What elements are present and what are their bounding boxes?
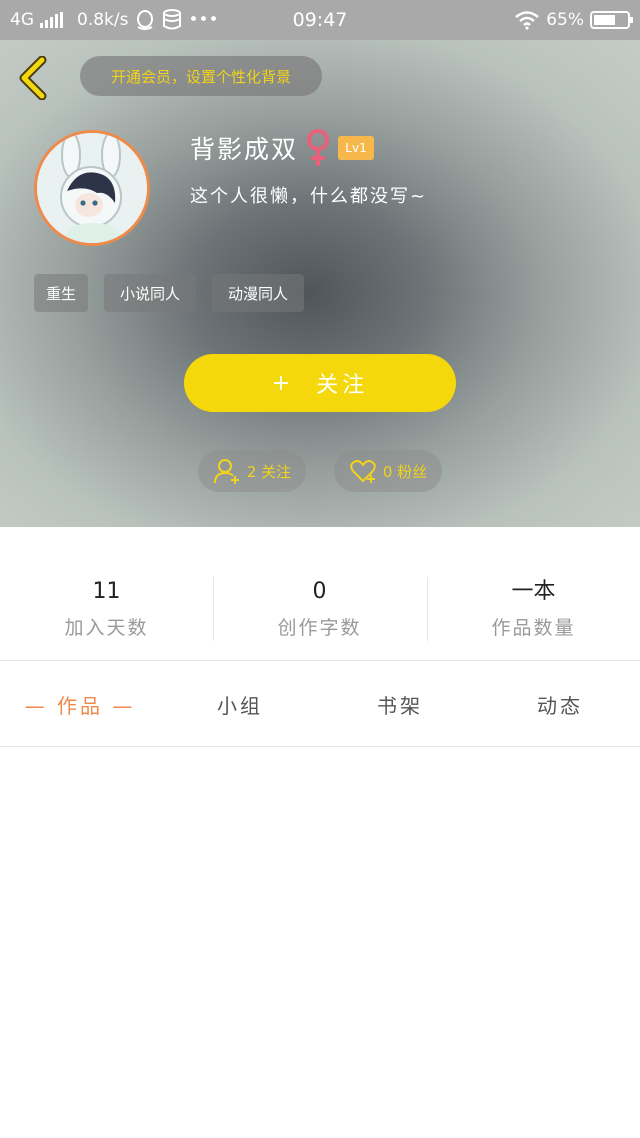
tab-works[interactable]: — 作品 — [0,662,160,746]
bio-text: 这个人很懒，什么都没写~ [190,186,428,207]
tag-chip[interactable]: 动漫同人 [212,274,304,312]
divider [0,660,640,661]
follow-button[interactable]: + 关注 [184,354,456,412]
fans-button[interactable]: 0 粉丝 [334,450,442,492]
fans-count: 0 粉丝 [382,462,428,481]
plus-icon: + [271,370,295,396]
back-icon[interactable] [14,56,54,100]
female-gender-icon [307,129,329,166]
username: 背影成双 [190,135,299,164]
stats-panel: 11 加入天数 0 创作字数 一本 作品数量 [0,527,640,660]
avatar[interactable] [34,130,150,246]
tab-activity[interactable]: 动态 [480,662,640,746]
clock: 09:47 [292,9,348,31]
stat-join-days: 11 加入天数 [0,577,213,643]
heart-add-icon [350,460,376,483]
stat-label: 作品数量 [491,617,576,639]
stat-label: 创作字数 [277,617,362,639]
stat-value: 0 [312,579,327,604]
tag-chip[interactable]: 小说同人 [104,274,196,312]
stat-label: 加入天数 [64,617,149,639]
stat-works-count: 一本 作品数量 [427,577,640,643]
profile-header: 开通会员，设置个性化背景 背影成双 Lv1 这个人很懒，什么都没写~ 重生 小说… [0,40,640,527]
user-add-icon [213,459,239,484]
tab-bookshelf[interactable]: 书架 [320,662,480,746]
following-button[interactable]: 2 关注 [198,450,306,492]
tab-groups[interactable]: 小组 [160,662,320,746]
level-badge: Lv1 [338,136,374,160]
follow-label: 关注 [316,373,369,398]
stat-value: 11 [92,579,121,604]
tag-chip[interactable]: 重生 [34,274,88,312]
vip-banner-button[interactable]: 开通会员，设置个性化背景 [80,56,322,96]
battery-icon [590,11,633,29]
following-count: 2 关注 [246,462,292,481]
status-bar: 4G 0.8k/s ••• 09:47 65% [0,0,640,40]
stat-value: 一本 [511,579,556,604]
tab-content-area [0,747,640,1138]
stat-word-count: 0 创作字数 [213,577,426,643]
